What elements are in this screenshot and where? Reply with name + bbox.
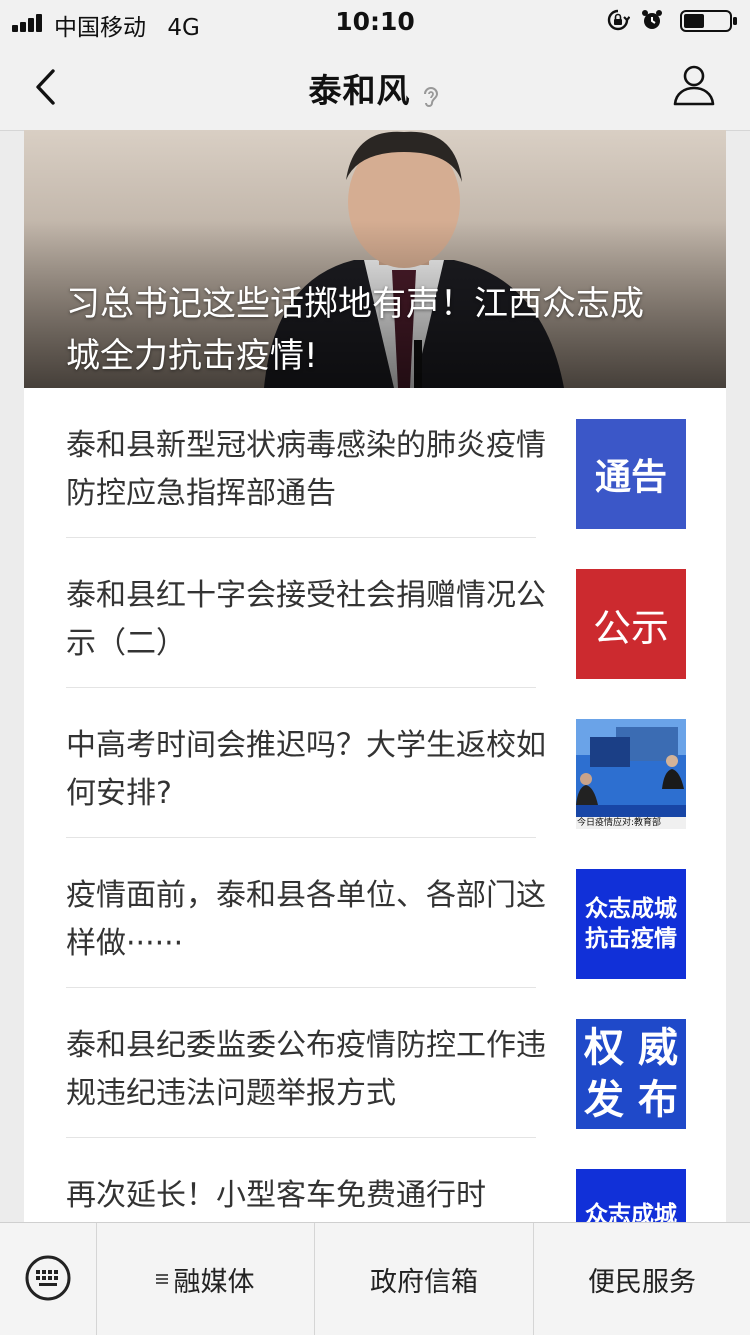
nav-bar: 泰和风 xyxy=(0,44,750,131)
ear-icon xyxy=(423,86,438,107)
hero-banner[interactable]: 习总书记这些话掷地有声！江西众志成城全力抗击疫情! xyxy=(24,130,726,388)
hero-title[interactable]: 习总书记这些话掷地有声！江西众志成城全力抗击疫情! xyxy=(66,278,666,382)
rotation-lock-icon xyxy=(607,9,630,31)
news-thumbnail[interactable]: 公示 xyxy=(576,569,686,679)
news-title[interactable]: 泰和县红十字会接受社会捐赠情况公示（二） xyxy=(66,572,546,668)
status-bar: 中国移动 4G 10:10 xyxy=(0,0,750,44)
tv-news-image xyxy=(576,719,686,829)
page-title: 泰和风 xyxy=(308,71,411,110)
news-title[interactable]: 中高考时间会推迟吗？大学生返校如何安排? xyxy=(66,722,546,818)
thumbnail-text: 公示 xyxy=(592,605,669,650)
news-item[interactable]: 泰和县纪委监委公布疫情防控工作违规违纪违法问题举报方式 权 威 发 布 xyxy=(24,988,726,1138)
thumbnail-caption: 今日疫情应对:教育部 xyxy=(577,818,662,828)
news-title[interactable]: 泰和县纪委监委公布疫情防控工作违规违纪违法问题举报方式 xyxy=(66,1022,546,1118)
tab-media[interactable]: 融媒体 xyxy=(96,1223,315,1335)
battery-icon xyxy=(680,10,737,32)
thumbnail-text: 通告 xyxy=(594,456,667,498)
menu-lines-icon xyxy=(155,1274,168,1284)
keyboard-icon xyxy=(25,1255,71,1301)
news-title[interactable]: 疫情面前，泰和县各单位、各部门这样做······ xyxy=(66,872,546,968)
keyboard-toggle-button[interactable] xyxy=(0,1223,97,1335)
news-title[interactable]: 泰和县新型冠状病毒感染的肺炎疫情防控应急指挥部通告 xyxy=(66,422,546,518)
tab-government-mailbox[interactable]: 政府信箱 xyxy=(315,1223,534,1335)
news-list: 泰和县新型冠状病毒感染的肺炎疫情防控应急指挥部通告 通告 泰和县红十字会接受社会… xyxy=(24,388,726,1222)
thumbnail-text: 抗击疫情 xyxy=(585,925,677,952)
news-item[interactable]: 泰和县红十字会接受社会捐赠情况公示（二） 公示 xyxy=(24,538,726,688)
news-thumbnail[interactable]: 权 威 发 布 xyxy=(576,1019,686,1129)
thumbnail-text: 众志成城 xyxy=(585,895,677,922)
news-title[interactable]: 再次延长！小型客车免费通行时 xyxy=(66,1172,546,1220)
news-item[interactable]: 泰和县新型冠状病毒感染的肺炎疫情防控应急指挥部通告 通告 xyxy=(24,388,726,538)
alarm-icon xyxy=(642,10,662,29)
tab-public-services[interactable]: 便民服务 xyxy=(534,1223,750,1335)
news-item[interactable]: 再次延长！小型客车免费通行时 众志成城 xyxy=(24,1138,726,1222)
news-item[interactable]: 疫情面前，泰和县各单位、各部门这样做······ 众志成城 抗击疫情 xyxy=(24,838,726,988)
thumbnail-text: 权 威 xyxy=(584,1024,678,1071)
news-item[interactable]: 中高考时间会推迟吗？大学生返校如何安排? 今日疫情应对:教育部 xyxy=(24,688,726,838)
thumbnail-text: 发 布 xyxy=(584,1076,678,1123)
news-thumbnail[interactable]: 通告 xyxy=(576,419,686,529)
news-thumbnail[interactable]: 今日疫情应对:教育部 xyxy=(576,719,686,829)
news-thumbnail[interactable]: 众志成城 抗击疫情 xyxy=(576,869,686,979)
profile-button[interactable] xyxy=(672,62,716,108)
tab-label: 便民服务 xyxy=(588,1266,696,1298)
news-thumbnail[interactable]: 众志成城 xyxy=(576,1169,686,1222)
bottom-tab-bar: 融媒体 政府信箱 便民服务 xyxy=(0,1222,750,1335)
tab-label: 政府信箱 xyxy=(370,1266,478,1298)
nav-title-group: 泰和风 xyxy=(0,64,750,113)
thumbnail-text: 众志成城 xyxy=(585,1201,677,1222)
content-card[interactable]: 习总书记这些话掷地有声！江西众志成城全力抗击疫情! 泰和县新型冠状病毒感染的肺炎… xyxy=(24,130,726,1222)
tab-label: 融媒体 xyxy=(173,1266,255,1298)
status-time: 10:10 xyxy=(335,7,415,36)
